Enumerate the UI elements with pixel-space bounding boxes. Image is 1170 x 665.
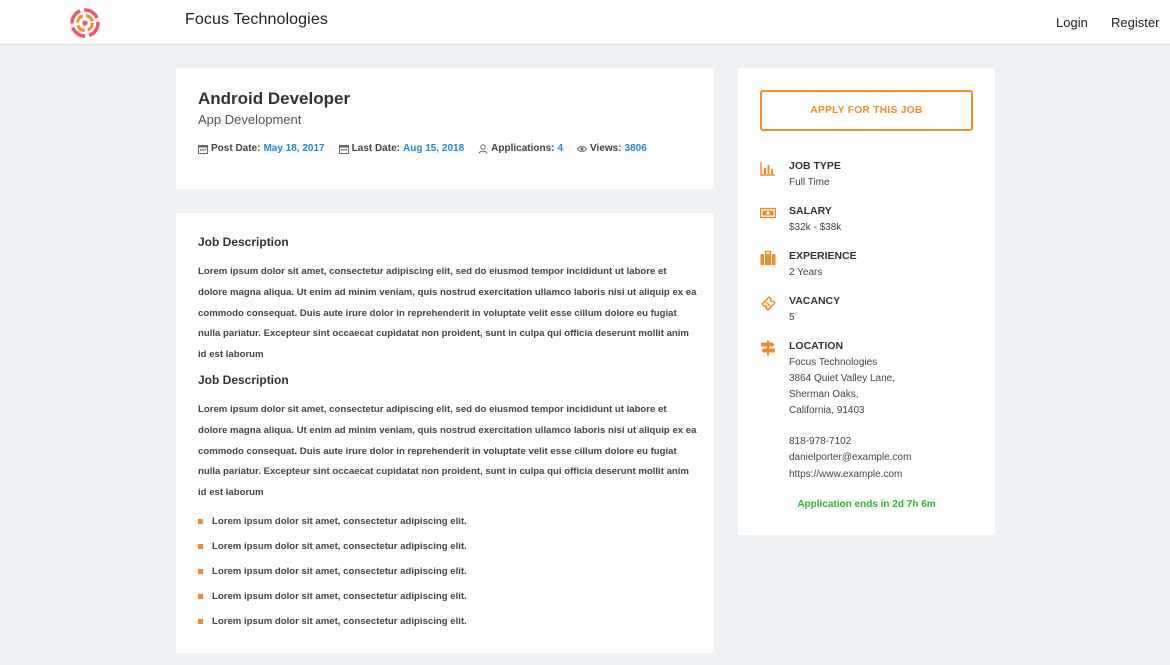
ticket-icon [760,295,776,311]
job-category: App Development [198,112,302,127]
last-date-label: Last Date: [351,143,400,154]
calendar-icon [338,144,349,154]
list-item-text: Lorem ipsum dolor sit amet, consectetur … [212,591,467,602]
requirements-list: Lorem ipsum dolor sit amet, consectetur … [198,509,467,634]
list-item: Lorem ipsum dolor sit amet, consectetur … [198,559,467,584]
views-label: Views: [590,143,622,154]
register-link[interactable]: Register [1111,15,1159,30]
job-title: Android Developer [198,89,351,108]
user-icon [478,143,488,154]
list-item-text: Lorem ipsum dolor sit amet, consectetur … [212,616,467,627]
apply-button[interactable]: APPLY FOR THIS JOB [760,90,973,131]
job-type-value: Full Time [789,177,830,188]
target-logo-icon[interactable] [70,8,100,38]
money-icon [760,207,776,219]
address-line: Sherman Oaks, [789,389,859,400]
phone-number[interactable]: 818-978-7102 [789,436,851,447]
bullet-square-icon [198,594,203,599]
address-line: California, 91403 [789,405,865,416]
list-item-text: Lorem ipsum dolor sit amet, consectetur … [212,541,467,552]
address-line: Focus Technologies [789,357,878,368]
top-navbar: Focus Technologies Login Register [0,0,1170,45]
email-address[interactable]: danielporter@example.com [789,452,911,463]
eye-icon [577,145,588,152]
salary-value: $32k - $38k [789,222,842,233]
applications: Applications: 4 [478,143,563,154]
list-item-text: Lorem ipsum dolor sit amet, consectetur … [212,516,467,527]
list-item: Lorem ipsum dolor sit amet, consectetur … [198,609,467,634]
website-link[interactable]: https://www.example.com [789,469,902,480]
post-date-value: May 18, 2017 [263,143,325,154]
location-label: LOCATION [789,340,844,352]
application-deadline: Application ends in 2d 7h 6m [797,499,936,510]
section-title: Job Description [198,235,289,249]
vacancy-value: 5 [789,312,795,323]
last-date-value: Aug 15, 2018 [402,143,465,154]
applications-value: 4 [557,143,564,154]
bullet-square-icon [198,619,203,624]
last-date: Last Date: Aug 15, 2018 [338,143,465,154]
description-paragraph: Lorem ipsum dolor sit amet, consectetur … [198,266,697,361]
views: Views: 3806 [577,143,647,154]
bar-chart-icon [760,162,775,176]
brand-name[interactable]: Focus Technologies [185,11,328,29]
experience-label: EXPERIENCE [789,250,857,262]
salary-label: SALARY [789,205,832,217]
applications-label: Applications: [491,143,555,154]
signpost-icon [761,340,775,356]
list-item: Lorem ipsum dolor sit amet, consectetur … [198,509,467,534]
views-value: 3806 [624,143,647,154]
calendar-icon [198,144,208,154]
address-line: 3864 Quiet Valley Lane, [789,373,896,384]
vacancy-label: VACANCY [789,295,841,307]
job-description-card: Job Description Lorem ipsum dolor sit am… [176,213,714,653]
job-meta: Post Date: May 18, 2017 Last Date: Aug 1… [198,143,647,154]
experience-value: 2 Years [789,267,823,278]
briefcase-icon [760,250,776,265]
description-paragraph: Lorem ipsum dolor sit amet, consectetur … [198,404,697,499]
job-summary-sidebar: APPLY FOR THIS JOB JOB TYPE Full Time SA… [738,68,995,535]
job-header-card: Android Developer App Development Post D… [176,68,714,189]
bullet-square-icon [198,544,203,549]
login-link[interactable]: Login [1056,15,1088,30]
post-date: Post Date: May 18, 2017 [198,143,325,154]
list-item: Lorem ipsum dolor sit amet, consectetur … [198,584,467,609]
job-type-label: JOB TYPE [789,160,841,172]
post-date-label: Post Date: [211,143,261,154]
bullet-square-icon [198,569,203,574]
list-item: Lorem ipsum dolor sit amet, consectetur … [198,534,467,559]
section-title: Job Description [198,373,289,387]
list-item-text: Lorem ipsum dolor sit amet, consectetur … [212,566,467,577]
bullet-square-icon [198,519,203,524]
